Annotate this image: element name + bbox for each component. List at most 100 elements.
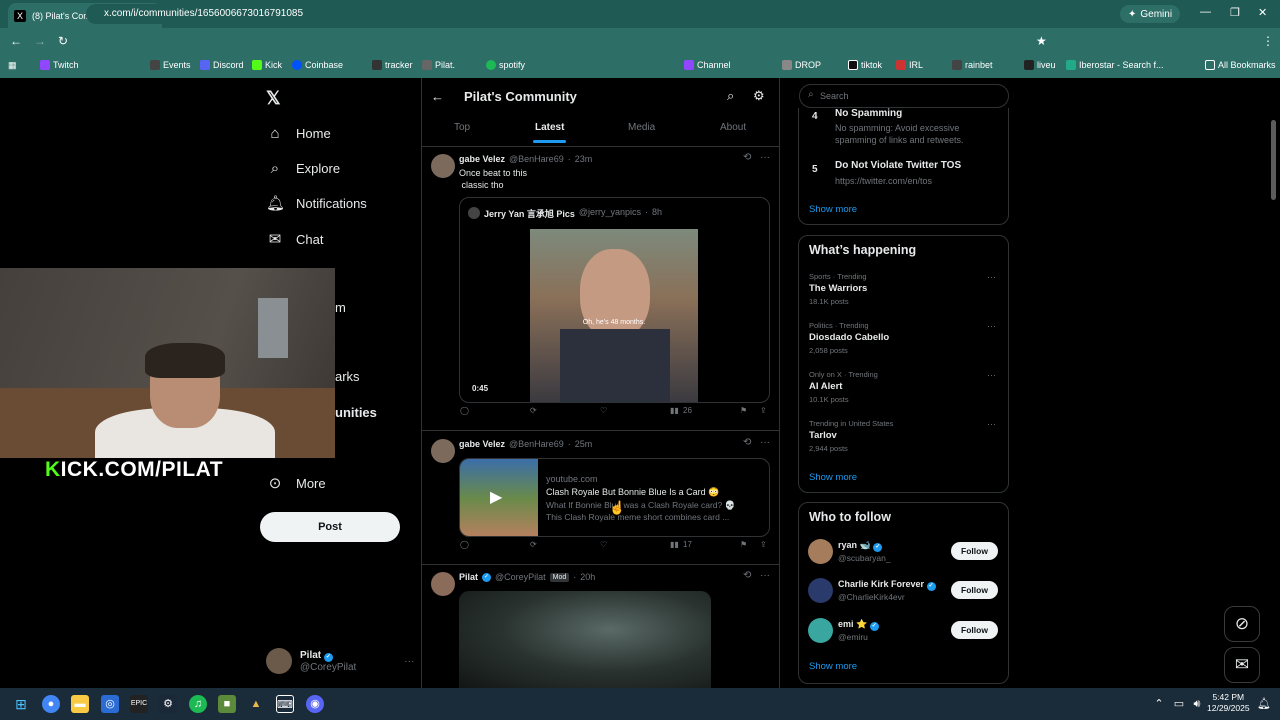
back-icon[interactable]: ← — [10, 34, 22, 48]
tweet-time[interactable]: 23m — [575, 154, 593, 164]
search-input[interactable]: Search — [799, 84, 1009, 108]
network-icon[interactable]: ▭ — [1170, 695, 1188, 713]
gemini-button[interactable]: ✦ Gemini — [1120, 5, 1181, 23]
grok-icon[interactable]: ⟲ — [743, 152, 751, 163]
link-card[interactable]: ▶ youtube.com Clash Royale But Bonnie Bl… — [459, 458, 770, 537]
apps-icon[interactable]: ▦ — [8, 60, 17, 71]
steam-icon[interactable]: ⚙ — [159, 695, 177, 713]
bookmark-icon[interactable]: ⚑ — [740, 540, 747, 549]
volume-icon[interactable]: 🔊︎ — [1188, 695, 1206, 713]
bookmark-discord[interactable]: Discord — [200, 60, 244, 70]
search-icon[interactable]: ⌕ — [727, 88, 734, 104]
views-icon[interactable]: ▮▮ — [670, 540, 679, 549]
retweet-icon[interactable]: ⟳ — [530, 406, 537, 415]
minecraft-icon[interactable]: ■ — [218, 695, 236, 713]
bookmark-liveu[interactable]: liveu — [1024, 60, 1056, 70]
avatar[interactable] — [431, 572, 455, 596]
more-dots-icon[interactable]: ··· — [760, 437, 770, 448]
avatar[interactable] — [431, 439, 455, 463]
bookmark-iberostar[interactable]: Iberostar - Search f... — [1066, 60, 1164, 70]
bookmark-irl[interactable]: IRL — [896, 60, 923, 70]
avatar[interactable] — [808, 618, 833, 643]
close-window-icon[interactable]: ✕ — [1258, 6, 1267, 19]
post-button[interactable]: Post — [260, 512, 400, 542]
more-dots-icon[interactable]: ··· — [760, 152, 770, 163]
bookmark-spotify[interactable]: spotify — [486, 60, 525, 70]
nav-chat[interactable]: ✉ Chat — [266, 230, 324, 248]
grok-icon[interactable]: ⊘ — [1224, 606, 1260, 642]
like-icon[interactable]: ♡ — [600, 406, 607, 415]
trend-name[interactable]: AI Alert — [809, 381, 842, 392]
back-arrow-icon[interactable]: ← — [431, 89, 444, 104]
url-bar[interactable]: x.com/i/communities/1656006673016791085 — [86, 4, 986, 24]
tweet-time[interactable]: 25m — [575, 439, 593, 449]
tab-about[interactable]: About — [720, 122, 746, 133]
app-icon[interactable]: ◎ — [101, 695, 119, 713]
more-dots-icon[interactable]: ··· — [404, 656, 414, 667]
more-dots-icon[interactable]: ··· — [987, 321, 996, 331]
menu-icon[interactable]: ⋮ — [1262, 34, 1274, 48]
bookmark-kick[interactable]: Kick — [252, 60, 282, 70]
keyboard-icon[interactable]: ⌨ — [276, 695, 294, 713]
bookmark-twitch[interactable]: Twitch — [40, 60, 79, 70]
follow-button[interactable]: Follow — [951, 621, 998, 639]
more-dots-icon[interactable]: ··· — [987, 370, 996, 380]
share-icon[interactable]: ⇪ — [760, 540, 767, 549]
trends-show-more[interactable]: Show more — [809, 472, 857, 483]
bookmark-tiktok[interactable]: tiktok — [848, 60, 882, 70]
tweet-author[interactable]: gabe Velez — [459, 439, 505, 449]
avatar[interactable] — [431, 154, 455, 178]
x-logo-icon[interactable]: 𝕏 — [266, 88, 281, 109]
messages-icon[interactable]: ✉ — [1224, 647, 1260, 683]
grok-icon[interactable]: ⟲ — [743, 570, 751, 581]
spotify-icon[interactable]: ♫ — [189, 695, 207, 713]
bookmark-channel[interactable]: Channel — [684, 60, 731, 70]
tweet-media[interactable] — [459, 591, 711, 688]
avatar[interactable] — [808, 539, 833, 564]
reload-icon[interactable]: ↻ — [58, 34, 68, 48]
retweet-icon[interactable]: ⟳ — [530, 540, 537, 549]
more-dots-icon[interactable]: ··· — [987, 272, 996, 282]
scrollbar[interactable] — [1271, 120, 1276, 200]
minimize-icon[interactable]: — — [1200, 6, 1211, 18]
rules-show-more[interactable]: Show more — [809, 204, 857, 215]
bookmark-all[interactable]: All Bookmarks — [1205, 60, 1276, 70]
tweet-author[interactable]: Pilat — [459, 572, 478, 582]
tweet-time[interactable]: 20h — [580, 572, 595, 582]
chrome-icon[interactable]: ● — [42, 695, 60, 713]
reply-icon[interactable]: ◯ — [460, 540, 469, 549]
forward-icon[interactable]: → — [34, 34, 46, 48]
like-icon[interactable]: ♡ — [600, 540, 607, 549]
tweet-author[interactable]: gabe Velez — [459, 154, 505, 164]
file-explorer-icon[interactable]: ▬ — [71, 695, 89, 713]
bookmark-rainbet[interactable]: rainbet — [952, 60, 993, 70]
bookmark-pilat[interactable]: Pilat. — [422, 60, 455, 70]
follow-button[interactable]: Follow — [951, 581, 998, 599]
star-icon[interactable]: ★ — [1036, 34, 1047, 48]
trend-name[interactable]: The Warriors — [809, 283, 867, 294]
tab-top[interactable]: Top — [454, 122, 470, 133]
share-icon[interactable]: ⇪ — [760, 406, 767, 415]
suggestion-name[interactable]: ryan 🐋 ✓ — [838, 540, 883, 552]
nav-home[interactable]: ⌂ Home — [266, 125, 330, 142]
epic-games-icon[interactable]: EPIC — [130, 695, 148, 713]
notification-bell-icon[interactable]: 🔔︎ — [1255, 695, 1273, 713]
more-dots-icon[interactable]: ··· — [760, 570, 770, 581]
grok-icon[interactable]: ⟲ — [743, 437, 751, 448]
windows-start-icon[interactable]: ⊞ — [12, 695, 30, 713]
avatar[interactable] — [808, 578, 833, 603]
views-icon[interactable]: ▮▮ — [670, 406, 679, 415]
bookmark-icon[interactable]: ⚑ — [740, 406, 747, 415]
reply-icon[interactable]: ◯ — [460, 406, 469, 415]
nav-notifications[interactable]: 🔔︎ Notifications — [266, 194, 367, 212]
follow-show-more[interactable]: Show more — [809, 661, 857, 672]
suggestion-name[interactable]: emi ⭐ ✓ — [838, 619, 879, 631]
trend-name[interactable]: Tarlov — [809, 430, 837, 441]
nav-explore[interactable]: ⌕ Explore — [266, 160, 340, 177]
maximize-icon[interactable]: ❐ — [1230, 6, 1240, 19]
video-thumbnail[interactable]: Oh, he's 48 months. — [530, 229, 698, 402]
app-icon[interactable]: ▲ — [247, 695, 265, 713]
account-switcher[interactable]: Pilat ✓ @CoreyPilat ··· — [266, 648, 414, 674]
tab-media[interactable]: Media — [628, 122, 655, 133]
bookmark-drop[interactable]: DROP — [782, 60, 821, 70]
